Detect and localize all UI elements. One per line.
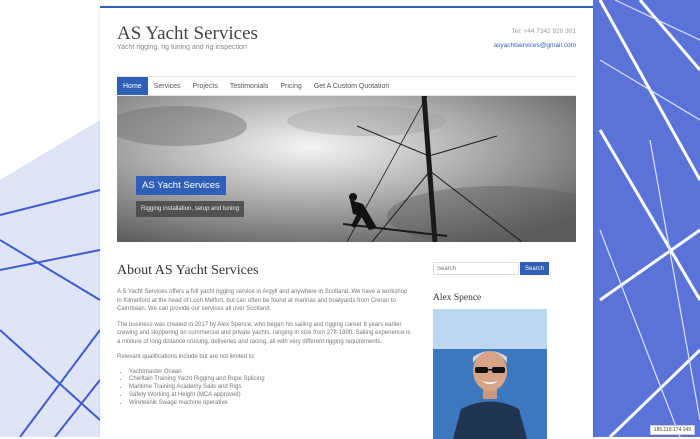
nav-item-services[interactable]: Services (148, 77, 187, 95)
nav-item-home[interactable]: Home (117, 77, 148, 95)
list-item: Maritime Training Academy Sails and Rigs (129, 384, 413, 392)
nav-item-testimonials[interactable]: Testimonials (224, 77, 275, 95)
nav-item-pricing[interactable]: Pricing (274, 77, 307, 95)
hero-banner: AS Yacht Services Rigging installation, … (117, 96, 576, 242)
hero-caption: Rigging installation, setup and tuning (136, 201, 245, 217)
ip-address-badge: 185.119.174.149 (649, 425, 695, 435)
list-item: Chieftain Training Yacht Rigging and Rop… (129, 376, 413, 384)
qualifications-list: Yachtmaster Ocean Chieftain Training Yac… (117, 369, 413, 408)
search-form: Search (433, 262, 550, 275)
main-content: About AS Yacht Services A S Yacht Servic… (117, 263, 413, 407)
list-item: Wireteknik Swage machine operative (129, 400, 413, 408)
contact-telephone: Tel: +44 7342 920 301 (511, 28, 576, 35)
qualifications-intro: Relevant qualifications include but are … (117, 354, 256, 360)
hero-title: AS Yacht Services (136, 176, 226, 195)
main-navigation: Home Services Projects Testimonials Pric… (117, 76, 576, 96)
nav-item-custom-quotation[interactable]: Get A Custom Quotation (308, 77, 396, 95)
profile-photo (433, 309, 547, 439)
list-item: Yachtmaster Ocean (129, 369, 413, 377)
list-item: Safety Working at Height (MCA approved) (129, 392, 413, 400)
profile-widget-title: Alex Spence (433, 293, 482, 303)
sidebar: Search Alex Spence (433, 262, 550, 439)
search-button[interactable]: Search (520, 262, 550, 275)
page-heading: About AS Yacht Services (117, 263, 259, 278)
hero-sailing-image (117, 96, 576, 242)
about-paragraph-1: A S Yacht Services offers a full yacht r… (117, 289, 408, 312)
about-paragraph-2: The business was created in 2017 by Alex… (117, 321, 411, 345)
site-title[interactable]: AS Yacht Services (117, 23, 258, 45)
search-input[interactable] (433, 262, 519, 275)
contact-email-link[interactable]: asyachtservices@gmail.com (494, 42, 576, 49)
site-tagline: Yacht rigging, rig tuning and rig inspec… (117, 44, 247, 51)
nav-item-projects[interactable]: Projects (187, 77, 224, 95)
page-container: AS Yacht Services Yacht rigging, rig tun… (100, 6, 593, 439)
